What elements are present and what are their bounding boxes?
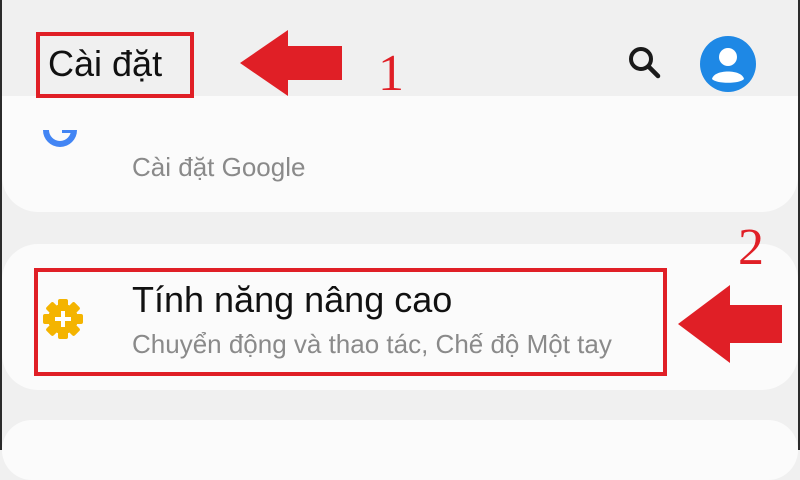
google-settings-subtitle: Cài đặt Google — [132, 152, 306, 182]
google-settings-card[interactable] — [2, 96, 798, 212]
step-number-1: 1 — [378, 45, 404, 102]
arrow-left-icon-2 — [676, 283, 784, 370]
google-icon — [40, 127, 80, 160]
step-number-2: 2 — [738, 219, 764, 276]
left-frame-edge — [0, 0, 2, 450]
title-highlight-box — [36, 32, 194, 98]
account-icon[interactable] — [700, 36, 756, 92]
advanced-features-highlight-box — [34, 268, 667, 376]
search-icon[interactable] — [626, 44, 662, 80]
arrow-left-icon — [238, 28, 344, 103]
next-settings-card[interactable] — [2, 420, 798, 480]
